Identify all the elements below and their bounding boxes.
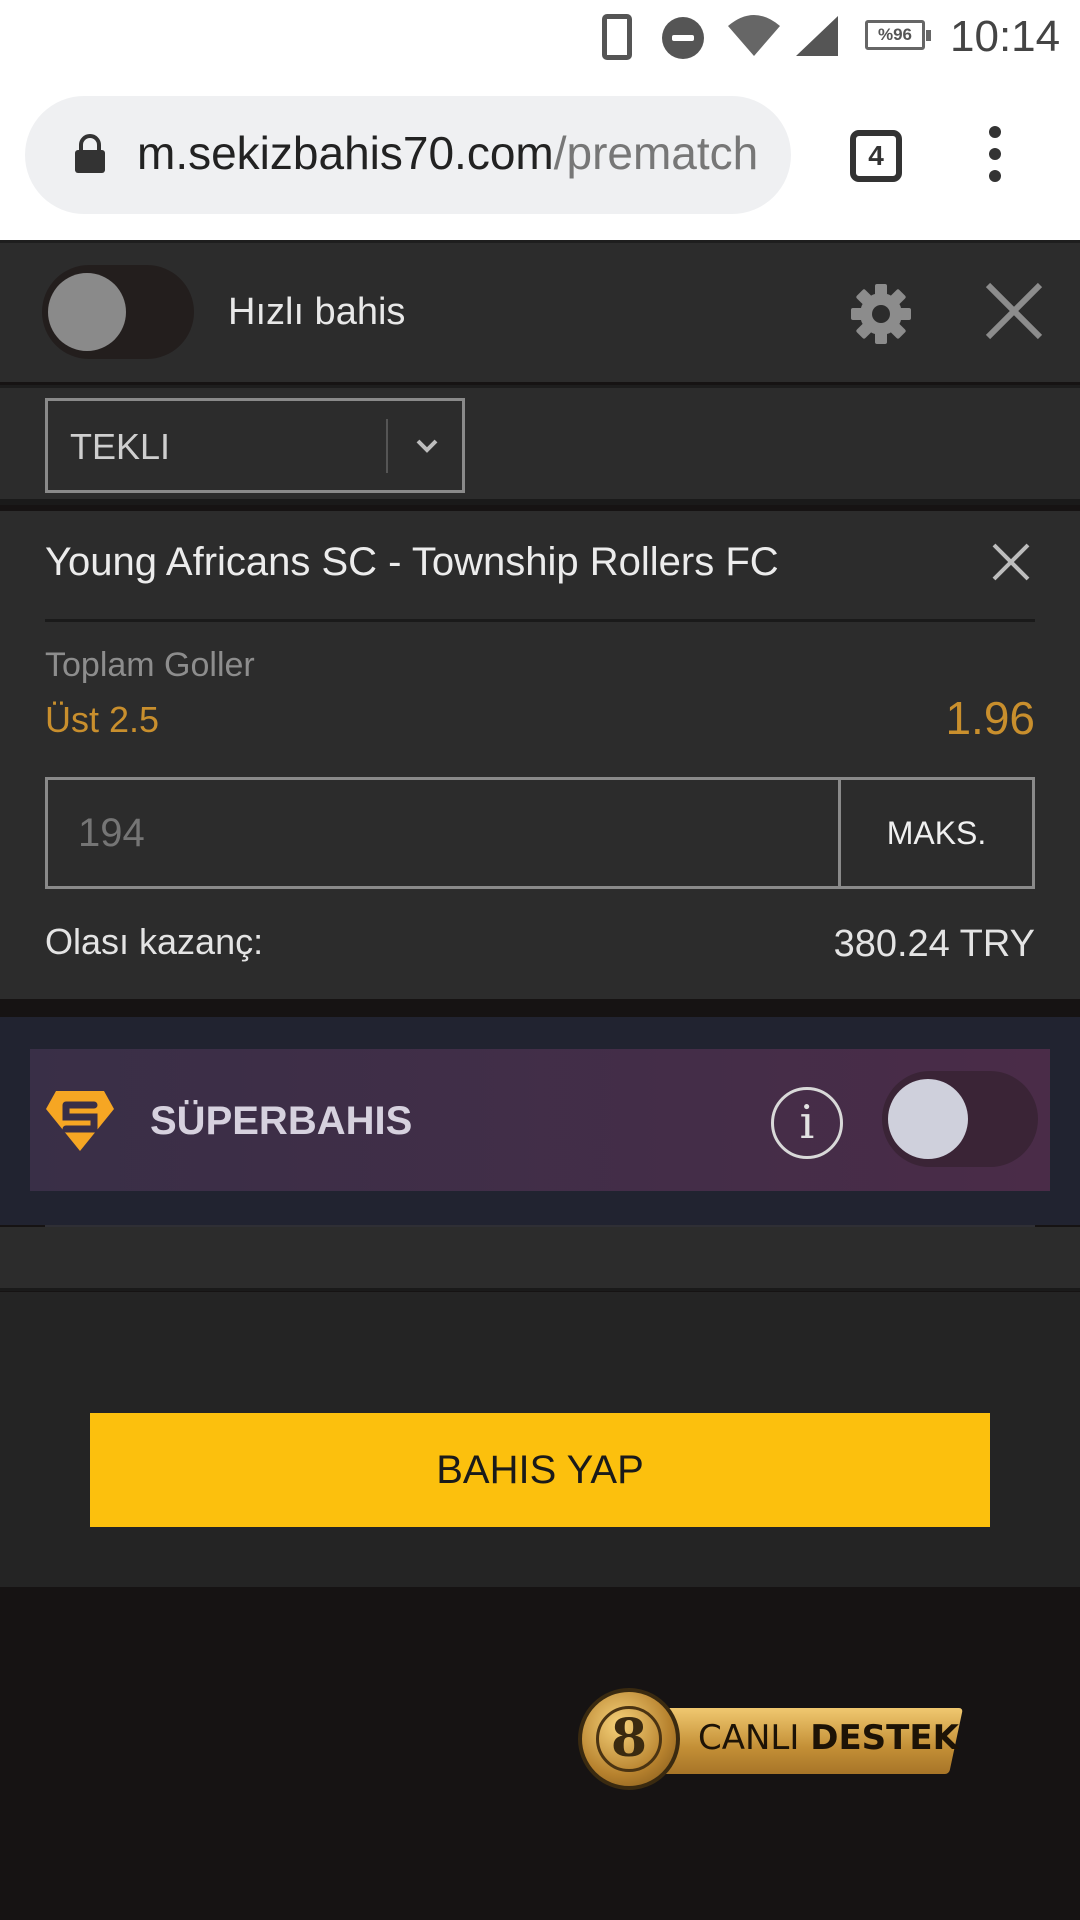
do-not-disturb-icon bbox=[662, 17, 704, 59]
selection-label: Üst 2.5 bbox=[45, 699, 160, 740]
phone-icon bbox=[602, 14, 632, 60]
info-icon[interactable]: i bbox=[771, 1087, 843, 1159]
possible-win-value: 380.24 TRY bbox=[833, 923, 1035, 965]
clock: 10:14 bbox=[950, 12, 1061, 61]
odds-value: 1.96 bbox=[945, 692, 1035, 744]
bet-type-value: TEKLI bbox=[70, 426, 171, 467]
action-area: BAHIS YAP bbox=[0, 1292, 1080, 1587]
wifi-icon bbox=[728, 15, 780, 56]
superbahis-logo-icon bbox=[46, 1091, 114, 1151]
remove-selection-icon[interactable] bbox=[990, 541, 1032, 583]
stake-box: MAKS. bbox=[45, 777, 1035, 889]
toggle-knob bbox=[888, 1079, 968, 1159]
tab-switcher-button[interactable]: 4 bbox=[850, 130, 902, 182]
superbahis-label: SÜPERBAHIS bbox=[150, 1099, 413, 1143]
bet-type-select[interactable]: TEKLI bbox=[45, 398, 465, 493]
browser-toolbar: m.sekizbahis70.com/prematch 4 bbox=[0, 74, 1080, 240]
select-divider bbox=[386, 419, 388, 473]
stake-input[interactable] bbox=[48, 780, 841, 886]
overflow-menu-icon[interactable] bbox=[980, 126, 1010, 186]
live-support-label: CANLI DESTEK bbox=[698, 1718, 959, 1758]
toggle-knob bbox=[48, 273, 126, 351]
divider bbox=[45, 619, 1035, 622]
status-bar: %96 10:14 bbox=[0, 0, 1080, 74]
live-support-word2: DESTEK bbox=[810, 1718, 959, 1758]
live-support-logo-icon: 8 bbox=[578, 1688, 680, 1790]
url-path: /prematch bbox=[553, 127, 759, 179]
place-bet-button[interactable]: BAHIS YAP bbox=[90, 1413, 990, 1527]
betslip-header: Hızlı bahis bbox=[0, 240, 1080, 382]
live-support-button[interactable]: 8 CANLI DESTEK bbox=[578, 1688, 964, 1790]
quick-bet-toggle[interactable] bbox=[42, 265, 194, 359]
address-bar[interactable]: m.sekizbahis70.com/prematch bbox=[25, 96, 791, 214]
battery-icon: %96 bbox=[865, 20, 931, 50]
superbahis-banner: SÜPERBAHIS i bbox=[30, 1049, 1050, 1191]
superbahis-toggle[interactable] bbox=[882, 1071, 1038, 1167]
url-host: m.sekizbahis70.com bbox=[137, 127, 554, 179]
possible-win-label: Olası kazanç: bbox=[45, 921, 264, 962]
market-label: Toplam Goller bbox=[45, 646, 255, 684]
chevron-down-icon bbox=[416, 439, 438, 453]
max-stake-button[interactable]: MAKS. bbox=[841, 780, 1032, 886]
lock-icon bbox=[75, 134, 105, 173]
bet-type-row: TEKLI bbox=[0, 385, 1080, 505]
match-title: Young Africans SC - Township Rollers FC bbox=[45, 540, 779, 584]
slip-footer-spacer bbox=[0, 1227, 1080, 1291]
close-icon[interactable] bbox=[982, 279, 1046, 343]
gear-icon[interactable] bbox=[850, 283, 912, 345]
url-text[interactable]: m.sekizbahis70.com/prematch bbox=[137, 126, 787, 186]
live-support-word1: CANLI bbox=[698, 1718, 800, 1758]
signal-icon bbox=[796, 16, 838, 56]
superbahis-section: SÜPERBAHIS i bbox=[0, 1017, 1080, 1227]
bet-slip-item: Young Africans SC - Township Rollers FC … bbox=[0, 511, 1080, 999]
quick-bet-label: Hızlı bahis bbox=[228, 291, 406, 333]
